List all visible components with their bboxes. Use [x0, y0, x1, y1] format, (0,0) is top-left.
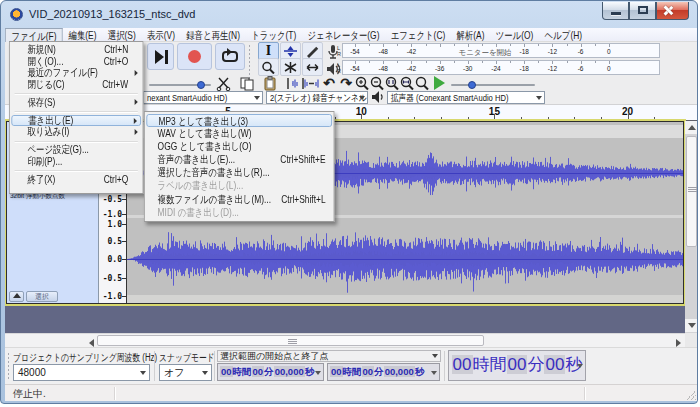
zoom-tool-button[interactable]: [258, 58, 279, 76]
multi-tool-button[interactable]: [280, 58, 301, 76]
export-menu-item-0[interactable]: MP3 として書き出し(3): [146, 114, 332, 127]
menubar-item-5[interactable]: トラック(T): [246, 28, 302, 42]
file-menu-item-11[interactable]: 印刷(P)...: [11, 156, 141, 168]
selection-end-time[interactable]: 00時間00分00,000秒: [327, 363, 440, 381]
menu-bar: ファイル(F)編集(E)選択(S)表示(V)録音と再生(N)トラック(T)ジェネ…: [5, 28, 697, 42]
menubar-item-2[interactable]: 選択(S): [102, 28, 141, 42]
horizontal-scrollbar[interactable]: [5, 333, 685, 347]
menubar-item-9[interactable]: ツール(O): [490, 28, 539, 42]
file-menu-item-8[interactable]: 取り込み(I): [11, 126, 141, 138]
recording-channels-combo[interactable]: 2(ステレオ) 録音チャンネル: [266, 91, 368, 104]
skip-to-end-button[interactable]: [147, 43, 174, 70]
recording-device-combo[interactable]: nexant SmartAudio HD): [143, 91, 263, 104]
resize-grip[interactable]: [686, 390, 696, 400]
timeshift-tool-button[interactable]: [302, 58, 323, 76]
project-rate-label: プロジェクトのサンプリング周波数 (Hz): [13, 351, 157, 365]
selection-start-time[interactable]: 00時間00分00,000秒: [217, 363, 324, 381]
menubar-item-7[interactable]: エフェクト(C): [385, 28, 451, 42]
menubar-item-6[interactable]: ジェネレーター(G): [302, 28, 385, 42]
scroll-up-arrow[interactable]: [685, 121, 697, 134]
playback-meter[interactable]: -54-48-42-36-30-24-18-12-60: [342, 60, 660, 75]
vertical-scrollbar[interactable]: [685, 121, 697, 333]
waveform-channel-2[interactable]: [127, 218, 683, 303]
snap-mode-label: スナップモード: [159, 351, 215, 365]
export-menu-item-2[interactable]: OGG として書き出し(O): [146, 140, 332, 153]
menubar-item-1[interactable]: 編集(E): [63, 28, 102, 42]
file-menu-item-5[interactable]: 保存(S): [11, 97, 141, 109]
menubar-item-8[interactable]: 解析(A): [451, 28, 490, 42]
track-select-button[interactable]: 選択: [26, 291, 58, 302]
file-menu-item-0[interactable]: 新規(N)Ctrl+N: [11, 44, 141, 56]
menubar-item-3[interactable]: 表示(V): [141, 28, 180, 42]
selection-range-header[interactable]: 選択範囲の開始点と終了点: [217, 350, 441, 362]
window-title: VID_20210913_163215_ntsc_dvd: [29, 8, 195, 20]
file-menu-item-13[interactable]: 終了(X)Ctrl+Q: [11, 174, 141, 186]
track-collapse-button[interactable]: [9, 291, 24, 302]
close-button[interactable]: [656, 2, 689, 20]
snap-mode-combo[interactable]: オフ: [159, 364, 212, 381]
selection-toolbar: プロジェクトのサンプリング周波数 (Hz) 48000 スナップモード オフ 選…: [5, 347, 697, 384]
export-submenu-popup: MP3 として書き出し(3)WAV として書き出し(W)OGG として書き出し(…: [144, 111, 334, 222]
playback-device-combo[interactable]: 拡声器 (Conexant SmartAudio HD): [387, 91, 545, 104]
file-menu-item-2[interactable]: 最近のファイル(F): [11, 67, 141, 79]
record-meter[interactable]: モニターを開始-54-48-42-18-12-60: [342, 43, 660, 58]
scroll-down-arrow[interactable]: [685, 319, 697, 332]
export-menu-item-3[interactable]: 音声の書き出し(E)...Ctrl+Shift+E: [146, 153, 332, 166]
audacity-icon: [10, 8, 23, 21]
minimize-button[interactable]: [602, 2, 629, 20]
export-menu-item-1[interactable]: WAV として書き出し(W): [146, 127, 332, 140]
file-menu-item-10[interactable]: ページ設定(G)...: [11, 144, 141, 156]
mixer-volume-thumb[interactable]: [197, 81, 205, 89]
project-rate-combo[interactable]: 48000: [13, 364, 150, 381]
file-menu-item-3[interactable]: 閉じる(C)Ctrl+W: [11, 79, 141, 91]
export-menu-item-4[interactable]: 選択した音声の書き出し(R)...: [146, 166, 332, 179]
file-menu-popup: 新規(N)Ctrl+N開く(O)...Ctrl+O最近のファイル(F)閉じる(C…: [9, 41, 143, 194]
export-menu-item-7[interactable]: MIDI の書き出し(D)...: [146, 206, 332, 219]
export-menu-item-5[interactable]: ラベルの書き出し(L)...: [146, 179, 332, 192]
menubar-item-4[interactable]: 録音と再生(N): [181, 28, 246, 42]
status-text: 停止中.: [13, 387, 46, 401]
window-frame: VID_20210913_163215_ntsc_dvd ファイル(F)編集(E…: [0, 0, 698, 404]
horizontal-scroll-thumb[interactable]: [97, 335, 484, 346]
title-bar[interactable]: VID_20210913_163215_ntsc_dvd: [3, 2, 695, 28]
menubar-item-10[interactable]: ヘルプ(H): [539, 28, 588, 42]
play-speed-slider[interactable]: [451, 84, 535, 86]
status-bar: 停止中.: [5, 384, 697, 401]
maximize-button[interactable]: [629, 2, 656, 20]
loop-button[interactable]: [215, 43, 245, 70]
export-menu-item-6[interactable]: 複数ファイルの書き出し(M)...Ctrl+Shift+L: [146, 193, 332, 206]
vertical-scroll-thumb[interactable]: [686, 136, 697, 247]
audio-position-display[interactable]: 00時間00分00秒: [448, 350, 586, 381]
record-button[interactable]: [177, 43, 212, 70]
play-speed-thumb[interactable]: [468, 81, 476, 89]
menubar-item-0[interactable]: ファイル(F): [5, 28, 63, 42]
